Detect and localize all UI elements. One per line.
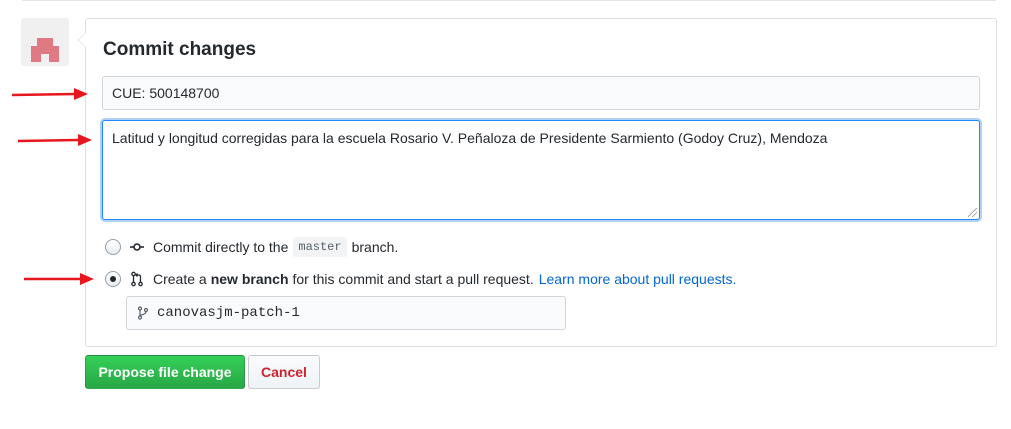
git-pull-request-icon [129,271,145,287]
branch-name-value: canovasjm-patch-1 [157,305,300,321]
resize-handle[interactable] [968,208,977,217]
new-branch-bold: new branch [210,271,289,287]
top-divider [22,0,996,1]
cancel-button[interactable]: Cancel [248,355,320,389]
commit-description-textarea[interactable]: Latitud y longitud corregidas para la es… [102,120,980,220]
commit-description-text: Latitud y longitud corregidas para la es… [112,130,828,146]
branch-code-master: master [293,237,347,257]
new-branch-label: Create a [153,271,207,287]
form-title: Commit changes [103,39,257,60]
git-branch-icon [137,305,149,321]
avatar[interactable] [21,18,69,66]
git-commit-icon [129,239,145,255]
commit-form-box: Commit changes Latitud y longitud correg… [78,18,997,347]
new-branch-radio[interactable] [105,271,121,287]
annotation-arrow-3 [24,273,94,285]
annotation-arrow-1 [11,88,88,100]
new-branch-option[interactable]: Create a new branch for this commit and … [105,269,736,289]
commit-directly-radio[interactable] [105,239,121,255]
propose-file-change-button[interactable]: Propose file change [85,355,245,389]
annotation-arrow-2 [17,134,92,146]
branch-name-input[interactable]: canovasjm-patch-1 [126,296,566,330]
new-branch-suffix: for this commit and start a pull request… [292,271,534,287]
commit-directly-label: Commit directly to the [153,239,289,255]
commit-directly-option[interactable]: Commit directly to the master branch. [105,237,398,257]
commit-summary-input[interactable] [102,76,980,110]
learn-more-link[interactable]: Learn more about pull requests. [539,271,737,287]
commit-directly-suffix: branch. [351,239,399,255]
